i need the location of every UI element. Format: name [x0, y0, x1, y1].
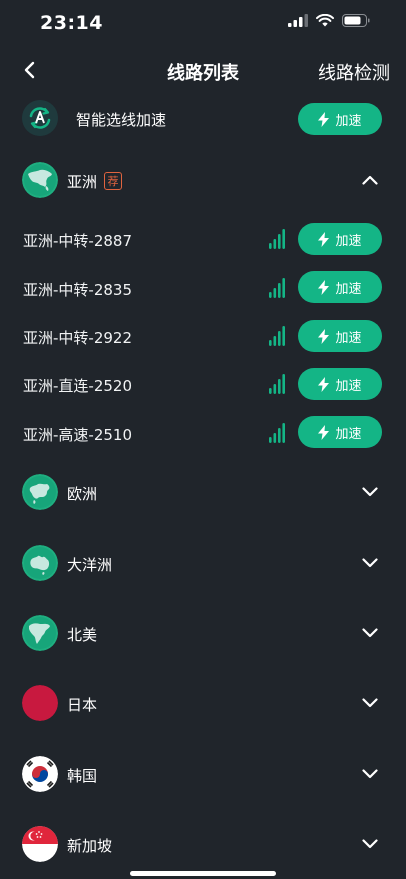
accelerate-button[interactable]: 加速	[298, 368, 382, 400]
server-name: 亚洲-中转-2835	[23, 281, 132, 299]
singapore-flag-icon	[22, 826, 58, 862]
battery-icon	[342, 14, 370, 27]
route-check-button[interactable]: 线路检测	[318, 59, 390, 85]
signal-strength-icon	[269, 423, 285, 443]
chevron-up-icon[interactable]	[362, 175, 378, 185]
status-time: 23:14	[40, 12, 103, 34]
oceania-globe-icon	[22, 545, 58, 581]
lightning-icon	[318, 279, 330, 295]
chevron-down-icon[interactable]	[362, 839, 378, 849]
signal-strength-icon	[269, 278, 285, 298]
status-icons	[288, 14, 370, 27]
chevron-down-icon[interactable]	[362, 769, 378, 779]
server-name: 亚洲-直连-2520	[23, 377, 132, 395]
chevron-down-icon[interactable]	[362, 487, 378, 497]
accelerate-button[interactable]: 加速	[298, 223, 382, 255]
cellular-signal-icon	[288, 14, 308, 27]
europe-globe-icon	[22, 474, 58, 510]
smart-route-icon	[22, 100, 58, 136]
lightning-icon	[318, 111, 330, 127]
chevron-down-icon[interactable]	[362, 558, 378, 568]
button-label: 加速	[335, 113, 362, 129]
button-label: 加速	[335, 378, 362, 394]
lightning-icon	[318, 328, 330, 344]
button-label: 加速	[335, 233, 362, 249]
navigation-bar: 线路列表 线路检测	[0, 50, 406, 92]
chevron-down-icon[interactable]	[362, 698, 378, 708]
north-america-globe-icon	[22, 615, 58, 651]
lightning-icon	[318, 424, 330, 440]
korea-flag-icon	[22, 756, 58, 792]
lightning-icon	[318, 376, 330, 392]
region-label-japan: 日本	[67, 696, 98, 714]
button-label: 加速	[335, 281, 362, 297]
button-label: 加速	[335, 426, 362, 442]
chevron-down-icon[interactable]	[362, 628, 378, 638]
accelerate-button[interactable]: 加速	[298, 416, 382, 448]
signal-strength-icon	[269, 374, 285, 394]
recommended-badge: 荐	[104, 172, 122, 190]
server-name: 亚洲-中转-2887	[23, 232, 132, 250]
signal-strength-icon	[269, 229, 285, 249]
asia-globe-icon	[22, 162, 58, 198]
accelerate-button[interactable]: 加速	[298, 271, 382, 303]
signal-strength-icon	[269, 326, 285, 346]
server-name: 亚洲-中转-2922	[23, 329, 132, 347]
region-label-oceania: 大洋洲	[67, 556, 113, 574]
region-label-singapore: 新加坡	[67, 837, 113, 855]
button-label: 加速	[335, 330, 362, 346]
region-label-asia: 亚洲	[67, 173, 98, 191]
accelerate-button[interactable]: 加速	[298, 320, 382, 352]
home-indicator[interactable]	[130, 871, 276, 876]
back-icon[interactable]	[18, 58, 42, 82]
japan-flag-icon	[22, 685, 58, 721]
smart-route-label: 智能选线加速	[76, 111, 167, 129]
lightning-icon	[318, 231, 330, 247]
server-name: 亚洲-高速-2510	[23, 426, 132, 444]
status-bar: 23:14	[0, 0, 406, 48]
region-label-north-america: 北美	[67, 626, 98, 644]
smart-accelerate-button[interactable]: 加速	[298, 103, 382, 135]
region-label-korea: 韩国	[67, 767, 98, 785]
region-label-europe: 欧洲	[67, 485, 98, 503]
wifi-icon	[316, 14, 334, 27]
